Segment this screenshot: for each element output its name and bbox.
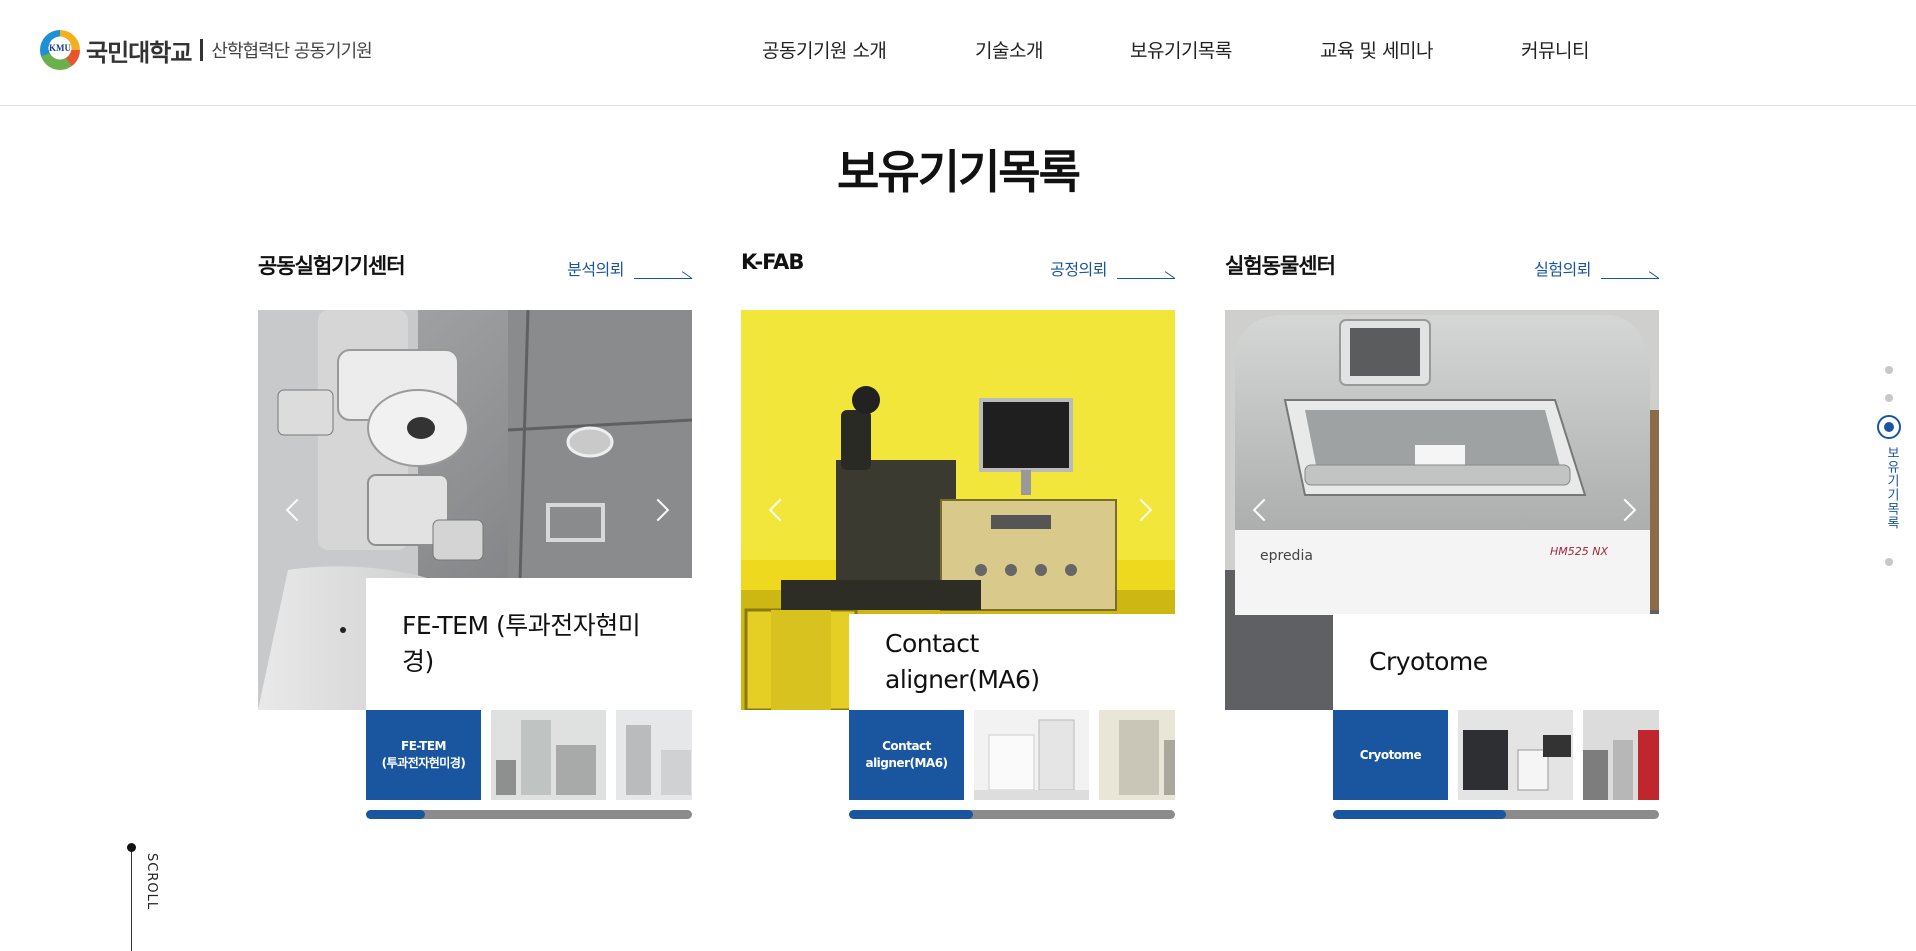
nav-item-technology[interactable]: 기술소개 <box>975 36 1043 63</box>
thumbnail-strip: Cryotome <box>1333 710 1659 800</box>
university-emblem-icon: KMU <box>40 30 80 70</box>
scroll-line <box>131 847 132 951</box>
thumbnail-photo <box>616 710 692 800</box>
chevron-left-icon[interactable] <box>767 498 791 522</box>
request-analysis-link[interactable]: 분석의뢰 <box>567 256 692 280</box>
institute-name: 산학협력단 공동기기원 <box>211 41 372 62</box>
center-title: K-FAB <box>741 250 804 274</box>
equipment-name: FE-TEM (투과전자현미경) <box>402 611 641 676</box>
center-card-animal-lab: 실험동물센터 실험의뢰 epredia HM525 NX Cryotome Cr… <box>1225 250 1659 820</box>
thumbnail[interactable] <box>491 710 606 800</box>
chevron-right-icon[interactable] <box>1617 498 1641 522</box>
section-dot[interactable] <box>1885 394 1893 402</box>
thumbnail-strip: FE-TEM (투과전자현미경) <box>366 710 692 800</box>
thumbnail[interactable] <box>1583 710 1659 800</box>
link-label: 실험의뢰 <box>1534 260 1591 279</box>
equipment-caption: FE-TEM (투과전자현미경) <box>366 578 692 710</box>
equipment-caption: Cryotome <box>1333 614 1659 710</box>
slider-progress-fill <box>1333 810 1506 819</box>
site-header: KMU 국민대학교 산학협력단 공동기기원 공동기기원 소개 기술소개 보유기기… <box>0 0 1916 106</box>
slider-progress-fill <box>849 810 973 819</box>
chevron-left-icon[interactable] <box>1251 498 1275 522</box>
thumbnail-active[interactable]: Cryotome <box>1333 710 1448 800</box>
link-label: 공정의뢰 <box>1050 260 1107 279</box>
chevron-right-icon[interactable] <box>1133 498 1157 522</box>
svg-text:HM525 NX: HM525 NX <box>1550 545 1608 558</box>
long-arrow-right-icon <box>634 268 692 280</box>
thumbnail-label: FE-TEM (투과전자현미경) <box>381 739 466 770</box>
chevron-left-icon[interactable] <box>284 498 308 522</box>
link-label: 분석의뢰 <box>567 260 624 279</box>
section-dot[interactable] <box>1885 558 1893 566</box>
emblem-text: KMU <box>49 43 71 53</box>
thumbnail[interactable] <box>974 710 1089 800</box>
thumbnail[interactable] <box>616 710 692 800</box>
center-card-k-fab: K-FAB 공정의뢰 Contact aligner(MA6) Contact … <box>741 250 1175 820</box>
scroll-indicator: SCROLL <box>126 843 176 951</box>
thumbnail-active[interactable]: Contact aligner(MA6) <box>849 710 964 800</box>
nav-item-equipment-list[interactable]: 보유기기목록 <box>1130 36 1232 63</box>
svg-text:epredia: epredia <box>1260 548 1313 564</box>
slider-progress-fill <box>366 810 425 819</box>
thumbnail-label: Cryotome <box>1359 747 1422 762</box>
request-experiment-link[interactable]: 실험의뢰 <box>1534 256 1659 280</box>
thumbnail-photo <box>1458 710 1573 800</box>
thumbnail-photo <box>1099 710 1175 800</box>
slider-progress-bar <box>366 810 692 819</box>
thumbnail-photo <box>1583 710 1659 800</box>
page-title: 보유기기목록 <box>837 145 1081 199</box>
thumbnail-photo <box>974 710 1089 800</box>
center-title: 공동실험기기센터 <box>258 254 406 278</box>
slider-progress-bar <box>1333 810 1659 819</box>
thumbnail-photo <box>491 710 606 800</box>
nav-item-about[interactable]: 공동기기원 소개 <box>762 36 887 63</box>
thumbnail-label: Contact aligner(MA6) <box>865 739 948 770</box>
section-indicator: 보유기기목록 <box>1876 360 1906 580</box>
thumbnail[interactable] <box>1458 710 1573 800</box>
scroll-dot <box>127 843 136 852</box>
section-dot-active[interactable] <box>1877 415 1901 439</box>
chevron-right-icon[interactable] <box>650 498 674 522</box>
site-logo[interactable]: KMU 국민대학교 산학협력단 공동기기원 <box>40 30 373 70</box>
request-process-link[interactable]: 공정의뢰 <box>1050 256 1175 280</box>
active-section-label: 보유기기목록 <box>1884 446 1899 530</box>
equipment-name: Contact aligner(MA6) <box>885 629 1040 694</box>
equipment-name: Cryotome <box>1369 647 1488 676</box>
section-dot[interactable] <box>1885 366 1893 374</box>
nav-item-community[interactable]: 커뮤니티 <box>1521 36 1589 63</box>
center-title: 실험동물센터 <box>1225 254 1336 278</box>
thumbnail[interactable] <box>1099 710 1175 800</box>
slider-progress-bar <box>849 810 1175 819</box>
long-arrow-right-icon <box>1601 268 1659 280</box>
nav-item-education[interactable]: 교육 및 세미나 <box>1320 36 1433 63</box>
equipment-caption: Contact aligner(MA6) <box>849 614 1175 710</box>
scroll-label: SCROLL <box>144 853 159 911</box>
center-card-shared-lab: 공동실험기기센터 분석의뢰 FE-TEM (투과전자현미경) FE-TEM (투… <box>258 250 692 820</box>
logo-divider <box>200 39 204 61</box>
university-name: 국민대학교 <box>86 38 192 67</box>
thumbnail-strip: Contact aligner(MA6) <box>849 710 1175 800</box>
thumbnail-active[interactable]: FE-TEM (투과전자현미경) <box>366 710 481 800</box>
long-arrow-right-icon <box>1117 268 1175 280</box>
